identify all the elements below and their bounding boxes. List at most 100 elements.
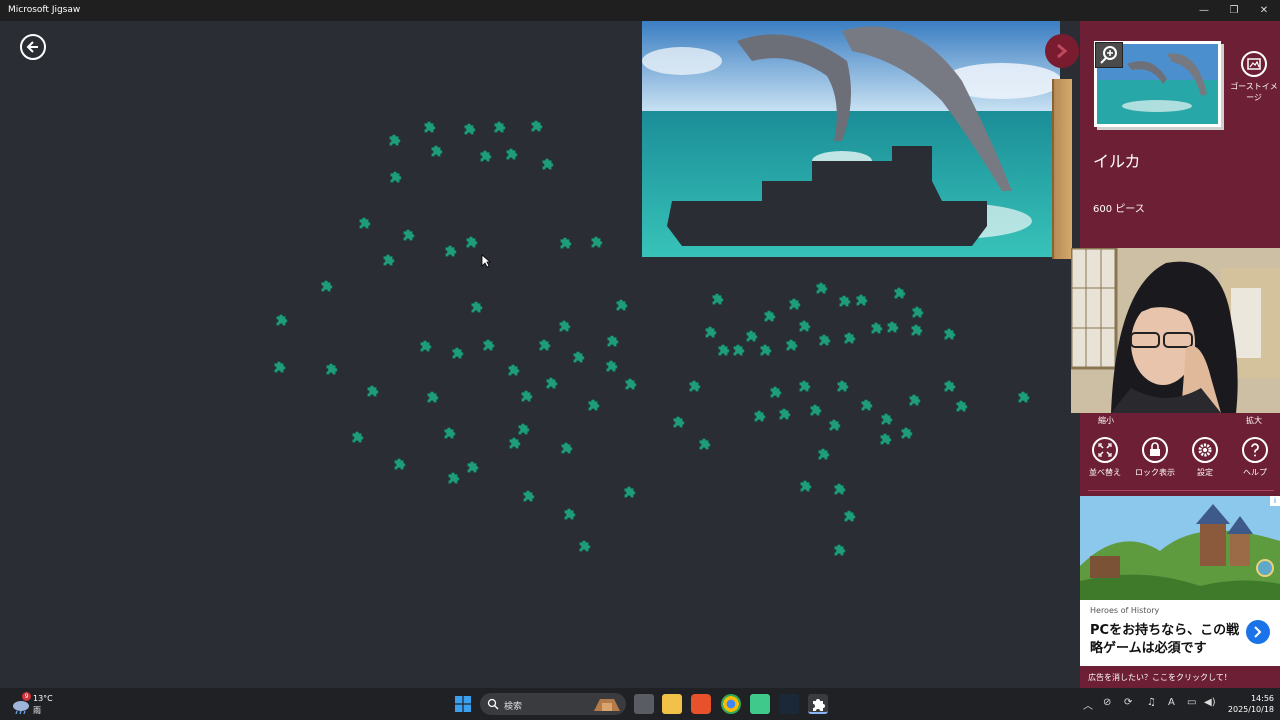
shuffle-button[interactable]: 並べ替え: [1080, 437, 1130, 478]
sync-icon[interactable]: ⟳: [1124, 697, 1132, 708]
puzzle-piece[interactable]: [908, 322, 924, 338]
puzzle-piece[interactable]: [570, 349, 586, 365]
puzzle-piece[interactable]: [836, 293, 852, 309]
puzzle-piece[interactable]: [807, 402, 823, 418]
puzzle-piece[interactable]: [1015, 389, 1031, 405]
brave-browser-icon[interactable]: [691, 694, 711, 714]
puzzle-piece[interactable]: [323, 361, 339, 377]
microphone-icon[interactable]: ♫: [1147, 697, 1156, 708]
collapse-panel-button[interactable]: [1045, 34, 1079, 68]
puzzle-piece[interactable]: [796, 318, 812, 334]
puzzle-piece[interactable]: [858, 397, 874, 413]
task-view-icon[interactable]: [634, 694, 654, 714]
puzzle-piece[interactable]: [709, 291, 725, 307]
puzzle-piece[interactable]: [273, 312, 289, 328]
puzzle-piece[interactable]: [604, 333, 620, 349]
puzzle-piece[interactable]: [786, 296, 802, 312]
puzzle-piece[interactable]: [505, 362, 521, 378]
puzzle-piece[interactable]: [613, 297, 629, 313]
puzzle-piece[interactable]: [491, 119, 507, 135]
puzzle-piece[interactable]: [461, 121, 477, 137]
system-clock[interactable]: 14:56 2025/10/18: [1224, 693, 1274, 715]
settings-button[interactable]: 設定: [1180, 437, 1230, 478]
puzzle-piece[interactable]: [558, 440, 574, 456]
jigsaw-app-icon[interactable]: [808, 694, 828, 714]
ad-headline[interactable]: PCをお持ちなら、この戦略ゲームは必須です: [1090, 622, 1240, 658]
puzzle-piece[interactable]: [387, 169, 403, 185]
puzzle-piece[interactable]: [767, 384, 783, 400]
puzzle-piece[interactable]: [543, 375, 559, 391]
file-explorer-icon[interactable]: [662, 694, 682, 714]
taskbar-search[interactable]: 検索: [480, 693, 626, 715]
chrome-icon[interactable]: [721, 694, 741, 714]
puzzle-piece[interactable]: [539, 156, 555, 172]
lock-view-button[interactable]: ロック表示: [1130, 437, 1180, 478]
puzzle-piece[interactable]: [428, 143, 444, 159]
puzzle-piece[interactable]: [480, 337, 496, 353]
puzzle-piece[interactable]: [884, 319, 900, 335]
puzzle-piece[interactable]: [891, 285, 907, 301]
puzzle-piece[interactable]: [588, 234, 604, 250]
puzzle-piece[interactable]: [556, 318, 572, 334]
puzzle-piece[interactable]: [815, 446, 831, 462]
puzzle-piece[interactable]: [506, 435, 522, 451]
puzzle-piece[interactable]: [400, 227, 416, 243]
puzzle-piece[interactable]: [878, 411, 894, 427]
puzzle-piece[interactable]: [464, 459, 480, 475]
puzzle-piece[interactable]: [686, 378, 702, 394]
puzzle-piece[interactable]: [364, 383, 380, 399]
puzzle-piece[interactable]: [417, 338, 433, 354]
puzzle-piece[interactable]: [585, 397, 601, 413]
puzzle-piece[interactable]: [751, 408, 767, 424]
puzzle-piece[interactable]: [813, 280, 829, 296]
puzzle-piece[interactable]: [576, 538, 592, 554]
ad-info-button[interactable]: i: [1270, 496, 1280, 506]
ime-indicator[interactable]: A: [1168, 697, 1175, 708]
volume-icon[interactable]: ◀): [1204, 697, 1216, 708]
puzzle-piece[interactable]: [909, 304, 925, 320]
windows-start-icon[interactable]: [455, 696, 471, 712]
remove-ads-link[interactable]: 広告を消したい？ここをクリックして！: [1080, 666, 1280, 688]
tray-overflow-icon[interactable]: ︿: [1083, 697, 1093, 712]
ad-image[interactable]: [1080, 496, 1280, 600]
steam-icon[interactable]: [779, 694, 799, 714]
puzzle-piece[interactable]: [853, 292, 869, 308]
puzzle-piece[interactable]: [841, 330, 857, 346]
puzzle-piece[interactable]: [445, 470, 461, 486]
puzzle-piece[interactable]: [318, 278, 334, 294]
puzzle-piece[interactable]: [391, 456, 407, 472]
puzzle-board[interactable]: [642, 21, 1060, 257]
meeting-mute-icon[interactable]: ⊘: [1103, 697, 1111, 708]
puzzle-piece[interactable]: [796, 378, 812, 394]
puzzle-piece[interactable]: [477, 148, 493, 164]
zoom-in-button[interactable]: 拡大: [1246, 415, 1262, 426]
advertisement[interactable]: i Heroes of History PCをお持ちなら、この戦略ゲームは必須で…: [1080, 496, 1280, 688]
puzzle-piece[interactable]: [783, 337, 799, 353]
puzzle-piece[interactable]: [898, 425, 914, 441]
puzzle-workspace[interactable]: [0, 21, 1080, 688]
ghost-image-button[interactable]: ゴーストイメージ: [1228, 51, 1280, 103]
puzzle-piece[interactable]: [941, 378, 957, 394]
puzzle-piece[interactable]: [380, 252, 396, 268]
network-icon[interactable]: ▭: [1187, 697, 1196, 708]
messaging-app-icon[interactable]: [750, 694, 770, 714]
puzzle-piece[interactable]: [826, 417, 842, 433]
puzzle-piece[interactable]: [441, 425, 457, 441]
puzzle-piece[interactable]: [356, 215, 372, 231]
puzzle-piece[interactable]: [421, 119, 437, 135]
ad-open-button[interactable]: [1246, 620, 1270, 644]
puzzle-piece[interactable]: [621, 484, 637, 500]
puzzle-piece[interactable]: [797, 478, 813, 494]
puzzle-piece[interactable]: [776, 406, 792, 422]
puzzle-piece[interactable]: [941, 326, 957, 342]
puzzle-piece[interactable]: [349, 429, 365, 445]
help-button[interactable]: ヘルプ: [1230, 437, 1280, 478]
puzzle-piece[interactable]: [761, 308, 777, 324]
zoom-out-button[interactable]: 縮小: [1098, 415, 1114, 426]
puzzle-piece[interactable]: [468, 299, 484, 315]
puzzle-piece[interactable]: [715, 342, 731, 358]
zoom-preview-button[interactable]: [1095, 42, 1123, 68]
puzzle-piece[interactable]: [271, 359, 287, 375]
puzzle-piece[interactable]: [528, 118, 544, 134]
puzzle-piece[interactable]: [670, 414, 686, 430]
